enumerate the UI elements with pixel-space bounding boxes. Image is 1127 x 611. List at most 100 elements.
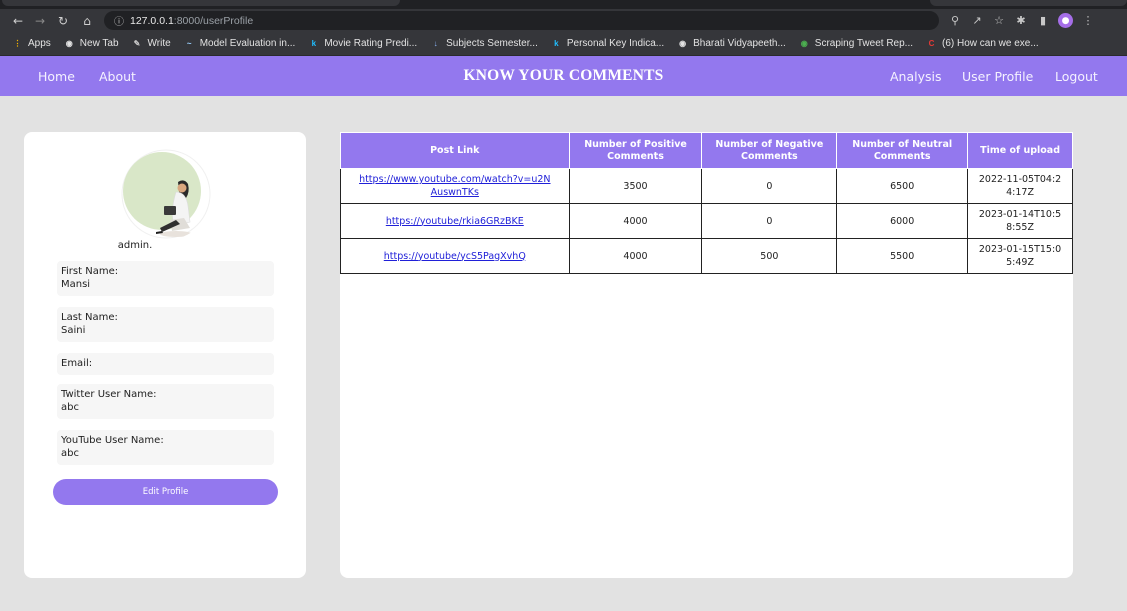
quora-icon: C (928, 39, 935, 48)
header-time-of-upload: Time of upload (967, 132, 1073, 169)
negative-count-cell: 0 (701, 203, 838, 239)
nav-about-link[interactable]: About (99, 69, 136, 84)
address-bar[interactable]: ⓘ 127.0.0.1:8000/userProfile (104, 11, 939, 30)
nav-user-profile-link[interactable]: User Profile (962, 69, 1033, 84)
upload-time-cell: 2022-11-05T04:24:17Z (967, 168, 1073, 204)
bookmark-item[interactable]: ✎ Write (132, 38, 171, 49)
site-info-icon[interactable]: ⓘ (114, 13, 124, 28)
post-link-cell: https://youtube/rkia6GRzBKE (340, 203, 570, 239)
home-icon[interactable]: ⌂ (78, 14, 96, 28)
bookmark-item[interactable]: k Movie Rating Predi... (308, 38, 418, 49)
positive-count-cell: 4000 (568, 238, 703, 274)
bookmark-item[interactable]: ⋮ Apps (12, 38, 51, 49)
extensions-icon[interactable]: ✱ (1010, 14, 1032, 27)
bookmark-item[interactable]: ~ Model Evaluation in... (184, 38, 296, 49)
forward-icon[interactable]: → (31, 14, 49, 28)
sidepanel-icon[interactable]: ▮ (1032, 14, 1054, 27)
positive-count-cell: 4000 (568, 203, 703, 239)
negative-count-value: 500 (760, 250, 779, 262)
upload-time-value: 2023-01-15T15:05:49Z (978, 244, 1062, 268)
zoom-icon[interactable]: ⚲ (944, 14, 966, 27)
header-positive-comments: Number of Positive Comments (568, 132, 703, 169)
bookmark-label: Bharati Vidyapeeth... (693, 38, 786, 49)
bookmark-label: Scraping Tweet Rep... (814, 38, 913, 49)
positive-count-value: 4000 (623, 250, 648, 262)
negative-count-cell: 500 (701, 238, 838, 274)
browser-tab-strip (0, 0, 1127, 9)
bookmark-item[interactable]: ↓ Subjects Semester... (430, 38, 538, 49)
bookmark-label: Apps (28, 38, 51, 49)
profile-field-label: Last Name: (61, 312, 118, 323)
apps-grid-icon: ⋮ (13, 39, 22, 48)
download-icon: ↓ (433, 39, 438, 48)
neutral-count-cell: 6500 (836, 168, 969, 204)
bookmark-item[interactable]: k Personal Key Indica... (551, 38, 664, 49)
profile-field: First Name: Mansi (57, 261, 274, 296)
positive-count-value: 3500 (623, 180, 648, 192)
post-link[interactable]: https://www.youtube.com/watch?v=u2NAuswn… (359, 174, 550, 198)
browser-tab[interactable] (2, 0, 400, 6)
profile-field-value: Saini (61, 325, 86, 336)
neutral-count-cell: 5500 (836, 238, 969, 274)
bookmark-item[interactable]: ◉ New Tab (64, 38, 119, 49)
edit-profile-button[interactable]: Edit Profile (53, 479, 278, 505)
globe-icon: ◉ (65, 39, 73, 48)
bookmark-item[interactable]: ◉ Scraping Tweet Rep... (799, 38, 913, 49)
reload-icon[interactable]: ↻ (54, 14, 72, 28)
k-icon: k (554, 39, 559, 48)
url-host: 127.0.0.1 (130, 14, 174, 27)
share-icon[interactable]: ↗ (966, 14, 988, 27)
nav-home-link[interactable]: Home (38, 69, 75, 84)
bookmark-label: Subjects Semester... (446, 38, 538, 49)
profile-field: Last Name: Saini (57, 307, 274, 342)
post-link-cell: https://www.youtube.com/watch?v=u2NAuswn… (340, 168, 570, 204)
nav-logout-link[interactable]: Logout (1055, 69, 1098, 84)
positive-count-cell: 3500 (568, 168, 703, 204)
bookmark-label: New Tab (79, 38, 119, 49)
url-path: :8000/userProfile (173, 14, 254, 27)
post-link-cell: https://youtube/ycS5PagXvhQ (340, 238, 570, 274)
back-icon[interactable]: ← (9, 14, 27, 28)
neutral-count-value: 6500 (890, 180, 915, 192)
upload-time-cell: 2023-01-15T15:05:49Z (967, 238, 1073, 274)
bookmark-label: Model Evaluation in... (199, 38, 296, 49)
globe-icon: ◉ (679, 39, 687, 48)
avatar-illustration (121, 149, 211, 239)
github-icon: ◉ (800, 39, 808, 48)
post-link[interactable]: https://youtube/rkia6GRzBKE (386, 216, 524, 227)
negative-count-cell: 0 (701, 168, 838, 204)
profile-field-label: Twitter User Name: (61, 389, 157, 400)
table-row: https://youtube/rkia6GRzBKE 4000 0 6000 2023… (340, 203, 1073, 239)
upload-time-cell: 2023-01-14T10:58:55Z (967, 203, 1073, 239)
profile-field-value: abc (61, 448, 79, 459)
upload-time-value: 2022-11-05T04:24:17Z (978, 174, 1062, 198)
bookmark-item[interactable]: ◉ Bharati Vidyapeeth... (677, 38, 786, 49)
neutral-count-value: 5500 (890, 250, 915, 262)
profile-card: admin. First Name: Mansi Last Name: Saini Em… (24, 132, 306, 578)
negative-count-value: 0 (766, 215, 773, 227)
bookmark-label: (6) How can we exe... (942, 38, 1039, 49)
star-icon[interactable]: ☆ (988, 14, 1010, 27)
nav-analysis-link[interactable]: Analysis (890, 69, 942, 84)
profile-field-label: YouTube User Name: (61, 435, 164, 446)
bookmark-item[interactable]: C (6) How can we exe... (926, 38, 1039, 49)
neutral-count-cell: 6000 (836, 203, 969, 239)
site-brand-title: KNOW YOUR COMMENTS (463, 67, 664, 84)
browser-tab[interactable] (930, 0, 1127, 6)
header-post-link: Post Link (340, 132, 570, 169)
negative-count-value: 0 (766, 180, 773, 192)
positive-count-value: 4000 (623, 215, 648, 227)
profile-field: Email: (57, 353, 274, 375)
profile-username: admin. (117, 240, 153, 251)
profile-field: YouTube User Name: abc (57, 430, 274, 465)
profile-avatar-icon[interactable]: ● (1058, 13, 1073, 28)
post-link[interactable]: https://youtube/ycS5PagXvhQ (384, 251, 526, 262)
site-navbar: Home About KNOW YOUR COMMENTS Analysis U… (0, 56, 1127, 96)
menu-icon[interactable]: ⋮ (1077, 14, 1099, 27)
k-icon: k (311, 39, 317, 48)
bookmark-label: Write (147, 38, 171, 49)
upload-time-value: 2023-01-14T10:58:55Z (978, 209, 1062, 233)
bookmark-label: Movie Rating Predi... (324, 38, 418, 49)
bookmark-label: Personal Key Indica... (566, 38, 665, 49)
comments-table-card: Post Link Number of Positive Comments Nu… (340, 132, 1073, 578)
